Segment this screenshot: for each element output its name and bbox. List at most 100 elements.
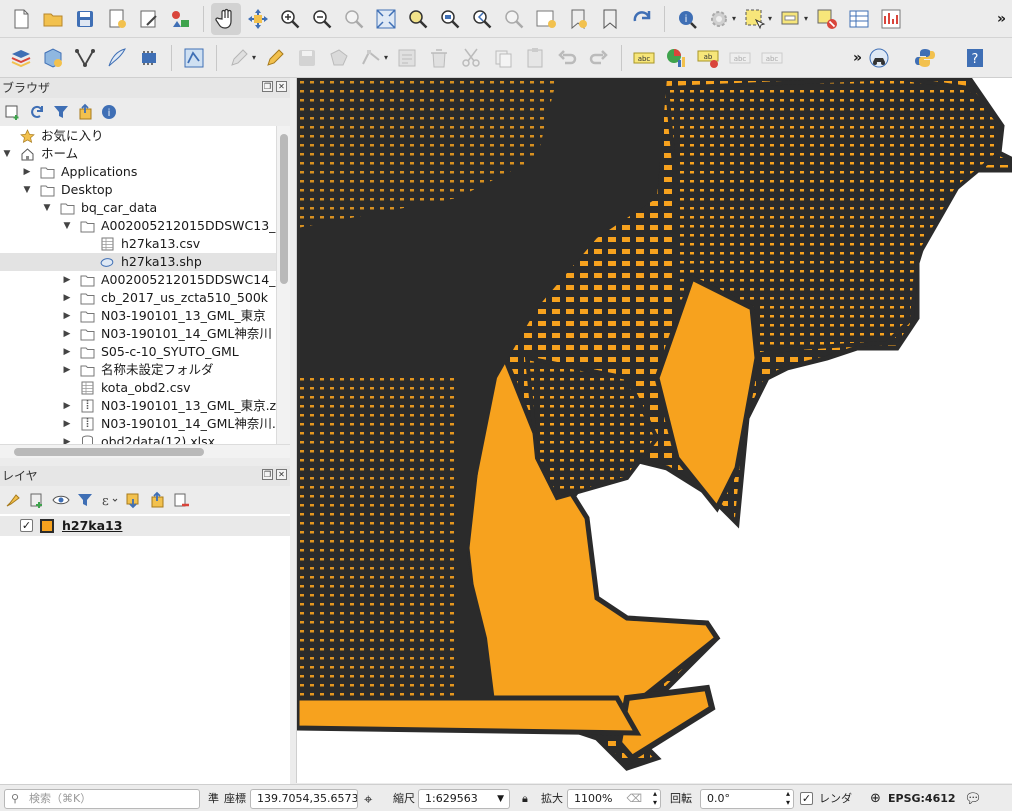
collapse-all-icon[interactable]	[148, 491, 166, 509]
tree-item[interactable]: ▶ 名称未設定フォルダ	[0, 361, 276, 379]
copy-features-button[interactable]	[488, 42, 518, 74]
tree-item[interactable]: ▶ Applications	[0, 163, 276, 181]
python-console-button[interactable]	[910, 42, 940, 74]
layer-styling-icon[interactable]	[4, 491, 22, 509]
chevron-down-icon[interactable]: ▼	[22, 181, 32, 199]
cut-features-button[interactable]	[456, 42, 486, 74]
chevron-down-icon[interactable]: ▼	[497, 790, 504, 808]
add-feature-button[interactable]	[324, 42, 354, 74]
layer-symbol-swatch[interactable]	[40, 519, 54, 533]
tree-item[interactable]: ▼ A002005212015DDSWC13_東	[0, 217, 276, 235]
crs-button[interactable]: EPSG:4612	[888, 789, 956, 809]
layout-manager-button[interactable]	[134, 3, 164, 35]
modify-attributes-button[interactable]	[392, 42, 422, 74]
info-icon[interactable]: i	[100, 103, 118, 121]
redo-button[interactable]	[584, 42, 614, 74]
chevron-down-icon[interactable]: ▼	[42, 199, 52, 217]
vertex-tool-button[interactable]	[356, 42, 386, 74]
scroll-thumb[interactable]	[14, 448, 204, 456]
new-project-button[interactable]	[6, 3, 36, 35]
coordinate-field[interactable]: 139.7054,35.6573	[250, 789, 358, 809]
new-bookmark-button[interactable]	[563, 3, 593, 35]
tree-item[interactable]: ▶ N03-190101_13_GML_東京	[0, 307, 276, 325]
expression-filter-icon[interactable]: ε	[100, 491, 118, 509]
open-attribute-table-button[interactable]	[844, 3, 874, 35]
zoom-to-selection-button[interactable]	[403, 3, 433, 35]
map-canvas[interactable]	[296, 78, 1012, 783]
tree-item[interactable]: h27ka13.shp	[0, 253, 276, 271]
data-source-manager-button[interactable]	[6, 42, 36, 74]
scroll-thumb[interactable]	[280, 134, 288, 284]
pin-labels-button[interactable]: abc	[725, 42, 755, 74]
save-project-button[interactable]	[70, 3, 100, 35]
expand-all-icon[interactable]	[124, 491, 142, 509]
paste-features-button[interactable]	[520, 42, 550, 74]
deselect-all-button[interactable]	[812, 3, 842, 35]
chevron-down-icon[interactable]: ▼	[2, 145, 12, 163]
chevron-right-icon[interactable]: ▶	[62, 307, 72, 325]
chevron-right-icon[interactable]: ▶	[22, 163, 32, 181]
tree-item[interactable]: kota_obd2.csv	[0, 379, 276, 397]
toolbar-overflow-icon[interactable]: »	[853, 50, 862, 66]
float-panel-button[interactable]: ❐	[262, 81, 273, 92]
style-manager-button[interactable]	[166, 3, 196, 35]
undo-button[interactable]	[552, 42, 582, 74]
chevron-right-icon[interactable]: ▶	[62, 415, 72, 433]
render-checkbox[interactable]: ✓	[800, 792, 813, 805]
open-project-button[interactable]	[38, 3, 68, 35]
refresh-button[interactable]	[627, 3, 657, 35]
layer-item[interactable]: ✓ h27ka13	[0, 516, 290, 536]
spin-arrows-icon[interactable]: ▴ ▾	[786, 790, 790, 807]
add-group-icon[interactable]	[28, 491, 46, 509]
tree-item[interactable]: ▶ N03-190101_13_GML_東京.zi	[0, 397, 276, 415]
tree-item[interactable]: ▶ S05-c-10_SYUTO_GML	[0, 343, 276, 361]
actions-button[interactable]	[704, 3, 734, 35]
add-selected-layer-icon[interactable]	[4, 103, 22, 121]
chevron-right-icon[interactable]: ▶	[62, 361, 72, 379]
collapse-all-icon[interactable]	[76, 103, 94, 121]
zoom-native-button[interactable]	[339, 3, 369, 35]
layer-labeling-button[interactable]: abc	[629, 42, 659, 74]
eye-icon[interactable]	[52, 491, 70, 509]
select-by-value-button[interactable]	[776, 3, 806, 35]
network-plugin-button[interactable]	[864, 42, 894, 74]
layer-visibility-checkbox[interactable]: ✓	[20, 519, 33, 532]
browser-horizontal-scrollbar[interactable]	[0, 444, 290, 458]
tree-item[interactable]: ▶ N03-190101_14_GML神奈川.z	[0, 415, 276, 433]
float-panel-button[interactable]: ❐	[262, 469, 273, 480]
new-shapefile-layer-button[interactable]	[70, 42, 100, 74]
lock-scale-icon[interactable]: 🔒︎	[522, 789, 528, 809]
digitize-button[interactable]	[102, 42, 132, 74]
zoom-full-button[interactable]	[371, 3, 401, 35]
save-edits-button[interactable]	[292, 42, 322, 74]
zoom-last-button[interactable]	[467, 3, 497, 35]
new-map-view-button[interactable]	[531, 3, 561, 35]
tree-item[interactable]: ▶ cb_2017_us_zcta510_500k	[0, 289, 276, 307]
chevron-right-icon[interactable]: ▶	[62, 271, 72, 289]
rotation-spinbox[interactable]: 0.0° ▴ ▾	[700, 789, 794, 809]
tree-item[interactable]: ▶ obd2data(12).xlsx	[0, 433, 276, 444]
zoom-next-button[interactable]	[499, 3, 529, 35]
chevron-right-icon[interactable]: ▶	[62, 433, 72, 444]
help-button[interactable]: ?	[960, 42, 990, 74]
layer-diagram-button[interactable]	[661, 42, 691, 74]
clear-icon[interactable]: ⌫	[626, 790, 642, 808]
tree-item[interactable]: h27ka13.csv	[0, 235, 276, 253]
select-features-button[interactable]	[740, 3, 770, 35]
mouse-coordinate-toggle-icon[interactable]: ⌖	[364, 789, 372, 809]
filter-icon[interactable]	[52, 103, 70, 121]
pan-to-selection-button[interactable]	[243, 3, 273, 35]
filter-icon[interactable]	[76, 491, 94, 509]
statistical-summary-button[interactable]	[876, 3, 906, 35]
tree-item[interactable]: ▶ N03-190101_14_GML神奈川	[0, 325, 276, 343]
new-geopackage-layer-button[interactable]	[38, 42, 68, 74]
highlight-pinned-labels-button[interactable]: ab	[693, 42, 723, 74]
zoom-to-layer-button[interactable]	[435, 3, 465, 35]
browser-vertical-scrollbar[interactable]	[276, 126, 290, 444]
toolbar-overflow-icon[interactable]: »	[997, 11, 1006, 27]
chevron-right-icon[interactable]: ▶	[62, 325, 72, 343]
tree-item[interactable]: ▼ Desktop	[0, 181, 276, 199]
identify-features-button[interactable]: i	[672, 3, 702, 35]
new-print-layout-button[interactable]	[102, 3, 132, 35]
toggle-editing-button[interactable]	[224, 42, 254, 74]
